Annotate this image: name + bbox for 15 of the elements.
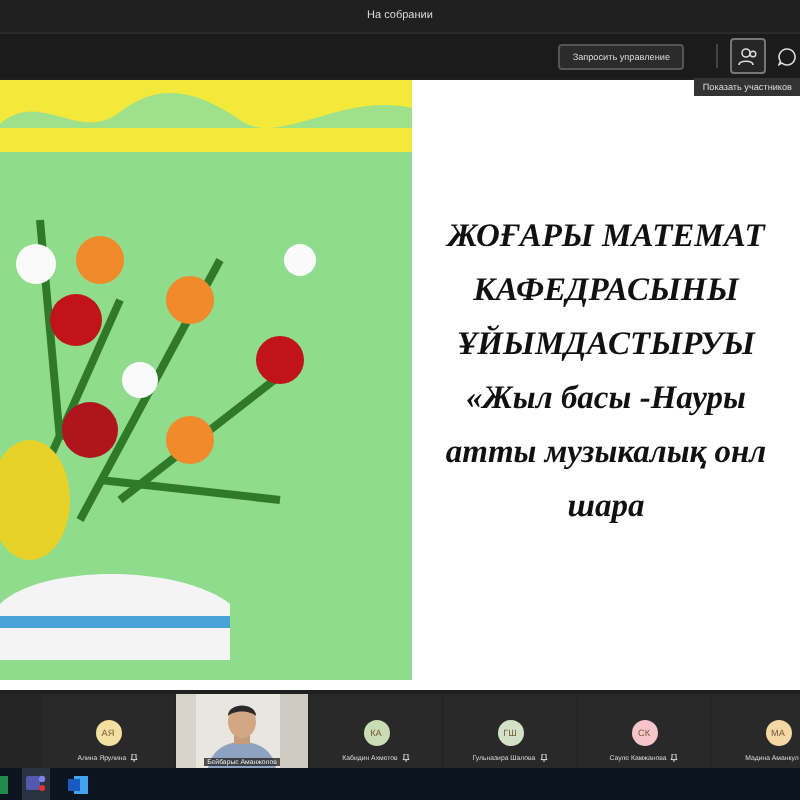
slide-text-line: ҰЙЫМДАСТЫРУЫ [457, 324, 755, 364]
slide-text-line: «Жыл басы -Науры [466, 378, 746, 418]
pin-icon[interactable] [670, 754, 679, 762]
slide-text-line: атты музыкалық онл [445, 432, 767, 472]
slide-text-line: ЖОҒАРЫ МАТЕМАТ [447, 216, 765, 256]
slide-text-line: КАФЕДРАСЫНЫ [473, 270, 739, 310]
pin-icon[interactable] [401, 754, 410, 762]
slide-text-line: шара [567, 486, 645, 526]
pin-icon[interactable] [130, 754, 139, 762]
chat-icon[interactable] [778, 47, 796, 65]
spreadsheet-app-icon[interactable] [0, 775, 8, 793]
chat-app-icon[interactable] [22, 767, 50, 800]
people-icon [738, 47, 758, 65]
participants-button[interactable] [730, 38, 766, 74]
pin-icon[interactable] [539, 754, 548, 762]
